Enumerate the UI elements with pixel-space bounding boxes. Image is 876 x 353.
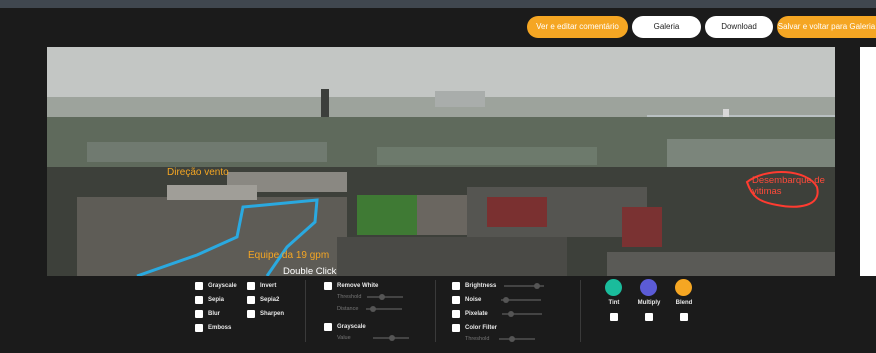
save-return-gallery-button[interactable]: Salvar e voltar para Galeria: [777, 16, 876, 38]
grayscale-checkbox[interactable]: [195, 282, 203, 290]
noise-checkbox[interactable]: [452, 296, 460, 304]
invert-label: Invert: [260, 283, 277, 289]
divider: [580, 280, 581, 342]
distance-label: Distance: [337, 306, 359, 312]
photo-scene: [47, 47, 835, 276]
threshold-thumb[interactable]: [379, 294, 386, 300]
double-click-hint: Double Click: [283, 266, 337, 276]
blend-checkbox[interactable]: [680, 313, 688, 321]
gallery-button[interactable]: Galeria: [632, 16, 701, 38]
pixelate-label: Pixelate: [465, 311, 488, 317]
pixelate-track[interactable]: [501, 311, 542, 317]
grayscale-label: Grayscale: [208, 283, 237, 289]
threshold-track[interactable]: [367, 294, 404, 300]
filter-brightness[interactable]: Brightness: [452, 282, 545, 290]
filter-sepia[interactable]: Sepia: [195, 296, 224, 304]
annotation-team: Equipe da 19 gpm: [248, 250, 330, 261]
filter-noise[interactable]: Noise: [452, 296, 542, 304]
annotation-victim-landing: Desembarque de vitimas: [752, 175, 825, 197]
threshold-2-thumb[interactable]: [509, 336, 516, 342]
filter-color-filter[interactable]: Color Filter: [452, 324, 497, 332]
emboss-checkbox[interactable]: [195, 324, 203, 332]
filter-grayscale-2[interactable]: Grayscale: [324, 323, 366, 331]
side-panel: [860, 47, 876, 276]
value-label: Value: [337, 335, 351, 341]
threshold-2-label: Threshold: [465, 336, 490, 342]
sepia-checkbox[interactable]: [195, 296, 203, 304]
sepia2-checkbox[interactable]: [247, 296, 255, 304]
color-filter-label: Color Filter: [465, 325, 498, 331]
pixelate-checkbox[interactable]: [452, 310, 460, 318]
filter-emboss[interactable]: Emboss: [195, 324, 231, 332]
top-bar: [0, 0, 876, 8]
value-slider[interactable]: Value: [337, 335, 409, 341]
filter-grayscale[interactable]: Grayscale: [195, 282, 237, 290]
annotated-photo[interactable]: Direção vento Desembarque de vitimas Equ…: [47, 47, 835, 276]
noise-thumb[interactable]: [503, 297, 510, 303]
sharpen-checkbox[interactable]: [247, 310, 255, 318]
filter-remove-white[interactable]: Remove White: [324, 282, 378, 290]
invert-checkbox[interactable]: [247, 282, 255, 290]
download-button[interactable]: Download: [705, 16, 773, 38]
view-edit-comment-button[interactable]: Ver e editar comentário: [527, 16, 628, 38]
blend-color-swatch[interactable]: [675, 279, 692, 296]
threshold-slider[interactable]: Threshold: [337, 294, 404, 300]
multiply-color-swatch[interactable]: [640, 279, 657, 296]
divider: [305, 280, 306, 342]
grayscale-2-checkbox[interactable]: [324, 323, 332, 331]
filter-invert[interactable]: Invert: [247, 282, 276, 290]
value-track[interactable]: [372, 335, 409, 341]
sharpen-label: Sharpen: [260, 311, 285, 317]
value-thumb[interactable]: [388, 335, 395, 341]
threshold-2-track[interactable]: [499, 336, 536, 342]
blur-checkbox[interactable]: [195, 310, 203, 318]
tint-label: Tint: [608, 300, 620, 306]
sepia2-label: Sepia2: [260, 297, 280, 303]
noise-track[interactable]: [501, 297, 542, 303]
blur-label: Blur: [208, 311, 220, 317]
tint-color-swatch[interactable]: [605, 279, 622, 296]
brightness-track[interactable]: [504, 283, 545, 289]
tint-checkbox[interactable]: [610, 313, 618, 321]
color-filter-checkbox[interactable]: [452, 324, 460, 332]
noise-label: Noise: [465, 297, 482, 303]
remove-white-checkbox[interactable]: [324, 282, 332, 290]
filter-pixelate[interactable]: Pixelate: [452, 310, 542, 318]
filter-sharpen[interactable]: Sharpen: [247, 310, 284, 318]
blend-label: Blend: [675, 300, 693, 306]
multiply-checkbox[interactable]: [645, 313, 653, 321]
filter-sepia2[interactable]: Sepia2: [247, 296, 279, 304]
filter-panel: Grayscale Sepia Blur Emboss Invert Sepia…: [0, 276, 876, 353]
filter-blur[interactable]: Blur: [195, 310, 220, 318]
brightness-thumb[interactable]: [534, 283, 541, 289]
sepia-label: Sepia: [208, 297, 225, 303]
brightness-checkbox[interactable]: [452, 282, 460, 290]
annotation-wind-direction: Direção vento: [167, 167, 229, 178]
divider: [435, 280, 436, 342]
threshold-2-slider[interactable]: Threshold: [465, 336, 536, 342]
distance-slider[interactable]: Distance: [337, 306, 403, 312]
remove-white-label: Remove White: [337, 283, 379, 289]
multiply-label: Multiply: [637, 300, 661, 306]
distance-thumb[interactable]: [370, 306, 377, 312]
threshold-label: Threshold: [337, 294, 362, 300]
pixelate-thumb[interactable]: [507, 311, 514, 317]
emboss-label: Emboss: [208, 325, 232, 331]
distance-track[interactable]: [366, 306, 403, 312]
grayscale-2-label: Grayscale: [337, 324, 366, 330]
brightness-label: Brightness: [465, 283, 497, 289]
